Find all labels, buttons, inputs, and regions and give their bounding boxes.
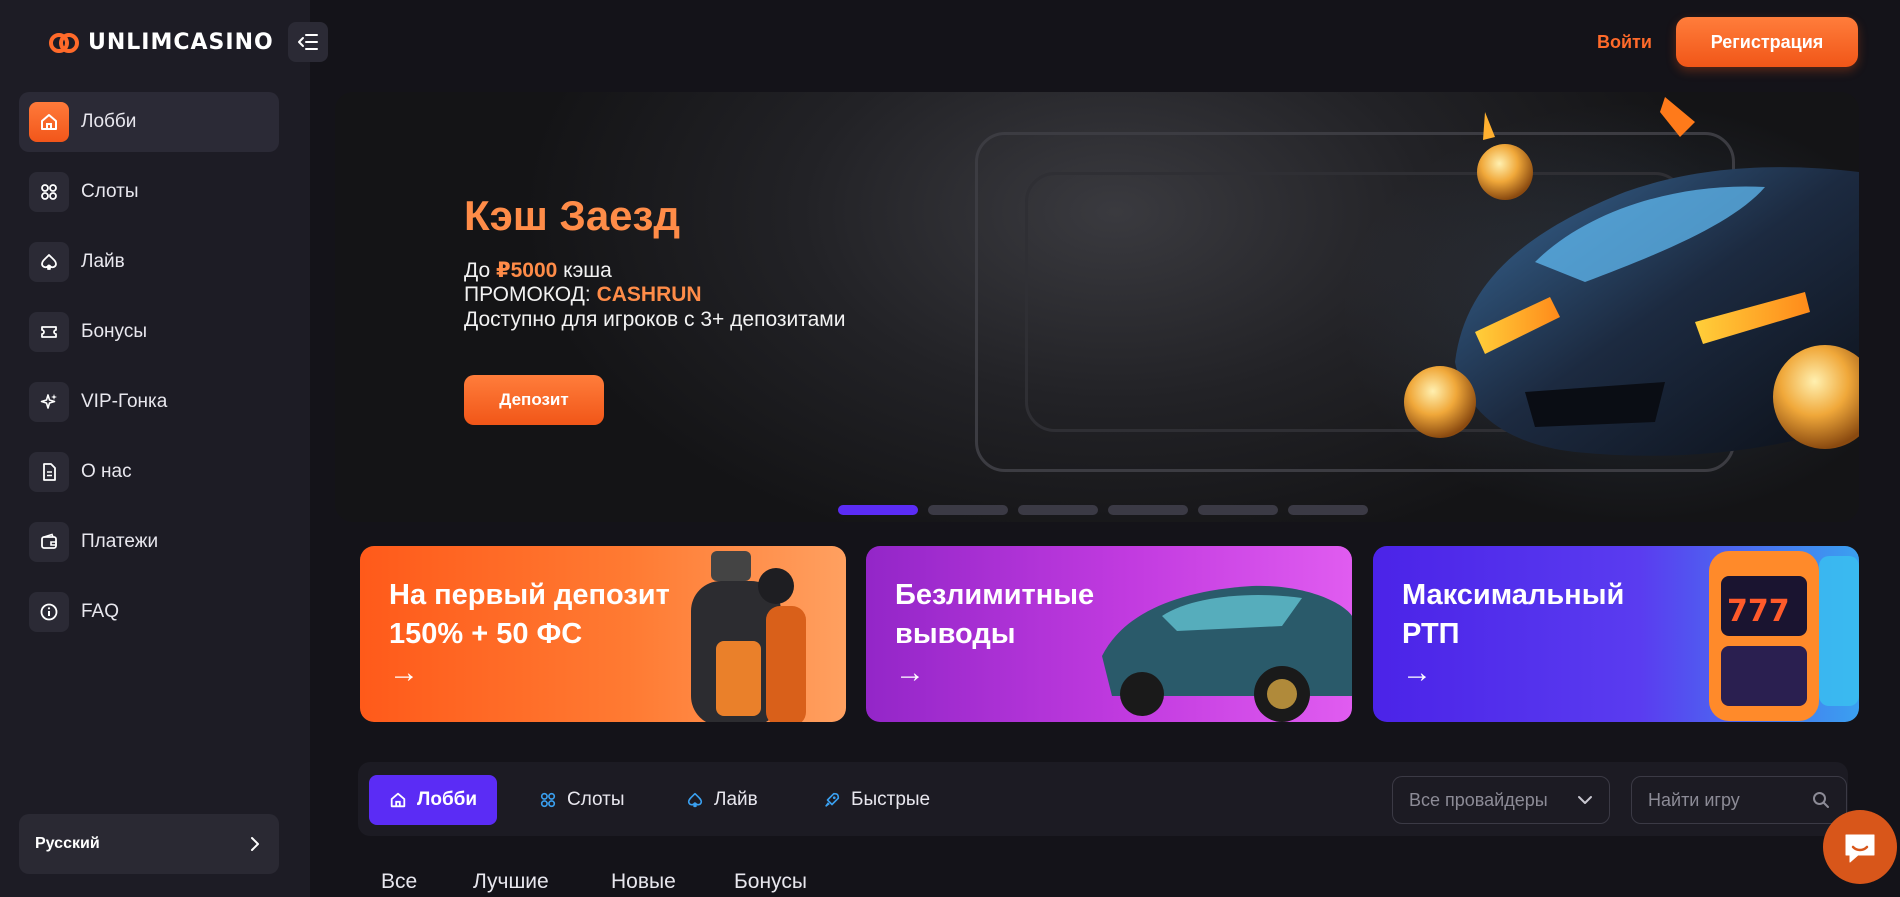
register-button[interactable]: Регистрация — [1676, 17, 1858, 67]
providers-select-value: Все провайдеры — [1409, 789, 1548, 810]
hero-bonus-amount: ₽5000 — [495, 259, 558, 282]
wallet-icon — [29, 522, 69, 562]
sidebar-item-label: Лайв — [81, 251, 125, 272]
sidebar-item-bonuses[interactable]: Бонусы — [19, 302, 279, 362]
tab-label: Быстрые — [851, 789, 931, 810]
spade-icon — [687, 792, 703, 808]
search-icon — [1813, 792, 1829, 808]
subtab-bonuses[interactable]: Бонусы — [734, 870, 807, 894]
carousel-dot[interactable] — [1018, 505, 1098, 515]
sidebar-item-label: Бонусы — [81, 321, 147, 342]
arrow-right-icon: → — [389, 656, 419, 689]
promo-title: Безлимитные выводы — [895, 579, 1095, 650]
sidebar-item-lobby[interactable]: Лобби — [19, 92, 279, 152]
sidebar-item-label: VIP-Гонка — [81, 391, 168, 412]
hero-banner[interactable]: Кэш Заезд До ₽5000 кэша ПРОМОКОД: CASHRU… — [335, 92, 1859, 522]
chat-bubble-icon — [1845, 834, 1875, 863]
tab-label: Лайв — [714, 789, 758, 810]
sidebar-item-live[interactable]: Лайв — [19, 232, 279, 292]
language-label: Русский — [35, 835, 100, 852]
subtab-all[interactable]: Все — [381, 870, 417, 894]
search-input[interactable]: Найти игру — [1648, 790, 1740, 811]
carousel-dot[interactable] — [1108, 505, 1188, 515]
home-icon — [390, 792, 406, 808]
carousel-dot[interactable] — [1198, 505, 1278, 515]
slot-machine-illustration: 777 — [1709, 551, 1859, 721]
sidebar-item-label: О нас — [81, 461, 132, 482]
grid-icon — [540, 792, 556, 808]
hero-promocode-line: ПРОМОКОД: CASHRUN — [464, 283, 702, 306]
grid-icon — [29, 172, 69, 212]
logo-icon — [49, 32, 79, 53]
sidebar-item-about[interactable]: О нас — [19, 442, 279, 502]
tab-slots[interactable]: Слоты — [519, 775, 645, 825]
chevron-down-icon — [1578, 796, 1592, 804]
promo-card-max-rtp[interactable]: 777 Максимальный РТП → — [1373, 546, 1859, 722]
subtab-best[interactable]: Лучшие — [473, 870, 549, 894]
deposit-button[interactable]: Депозит — [464, 375, 604, 425]
hero-title: Кэш Заезд — [464, 192, 681, 239]
carousel-dot[interactable] — [928, 505, 1008, 515]
sidebar-item-vip[interactable]: VIP-Гонка — [19, 372, 279, 432]
subtab-new[interactable]: Новые — [611, 870, 676, 894]
logo[interactable]: UNLIMCASINO — [48, 30, 274, 55]
arrow-right-icon: → — [1402, 656, 1432, 689]
promo-title: На первый депозит 150% + 50 ФС — [389, 579, 670, 650]
tab-live[interactable]: Лайв — [666, 775, 778, 825]
sidebar-item-label: Слоты — [81, 181, 139, 202]
promo-card-first-deposit[interactable]: На первый депозит 150% + 50 ФС → — [360, 546, 846, 722]
carousel-dot[interactable] — [1288, 505, 1368, 515]
game-search-field[interactable]: Найти игру — [1631, 776, 1847, 824]
arrow-right-icon: → — [895, 656, 925, 689]
tab-lobby[interactable]: Лобби — [369, 775, 498, 825]
document-icon — [29, 452, 69, 492]
sidebar-item-faq[interactable]: FAQ — [19, 582, 279, 642]
hero-promocode: CASHRUN — [596, 283, 702, 306]
gas-cylinder-illustration — [691, 551, 806, 722]
rocket-icon — [825, 792, 840, 807]
info-icon — [29, 592, 69, 632]
sidebar-item-slots[interactable]: Слоты — [19, 162, 279, 222]
car-illustration — [1102, 585, 1352, 722]
language-selector[interactable]: Русский — [19, 814, 279, 874]
home-icon — [29, 102, 69, 142]
spade-icon — [29, 242, 69, 282]
tab-label: Слоты — [567, 789, 625, 810]
hero-bonus-line: До ₽5000 кэша — [464, 259, 612, 282]
promo-title: Максимальный РТП — [1402, 579, 1625, 650]
sidebar-collapse-button[interactable] — [288, 22, 328, 62]
sidebar-item-label: Платежи — [81, 531, 159, 552]
sidebar-item-label: FAQ — [81, 601, 120, 622]
live-chat-button[interactable] — [1823, 810, 1897, 884]
svg-text:777: 777 — [1727, 594, 1790, 629]
providers-select[interactable]: Все провайдеры — [1392, 776, 1610, 824]
chevron-right-icon — [251, 837, 259, 851]
tab-fast[interactable]: Быстрые — [803, 775, 950, 825]
carousel-dot[interactable] — [838, 505, 918, 515]
sidebar-item-payments[interactable]: Платежи — [19, 512, 279, 572]
sparkle-icon — [29, 382, 69, 422]
race-car-illustration — [1404, 97, 1859, 456]
login-link[interactable]: Войти — [1597, 32, 1652, 53]
sidebar-nav: Лобби Слоты Лайв Бонусы VIP-Гонка О нас … — [19, 92, 279, 652]
sidebar-item-label: Лобби — [81, 111, 137, 132]
hero-condition-line: Доступно для игроков с 3+ депозитами — [464, 308, 846, 331]
ticket-icon — [29, 312, 69, 352]
logo-text: UNLIMCASINO — [88, 30, 274, 55]
carousel-indicators — [838, 505, 1368, 515]
tab-label: Лобби — [417, 789, 478, 810]
promo-card-unlimited-withdrawals[interactable]: Безлимитные выводы → — [866, 546, 1352, 722]
sidebar-collapse-icon — [298, 34, 318, 50]
sidebar: UNLIMCASINO Лобби Слоты Лайв Бонусы VIP-… — [0, 0, 310, 897]
